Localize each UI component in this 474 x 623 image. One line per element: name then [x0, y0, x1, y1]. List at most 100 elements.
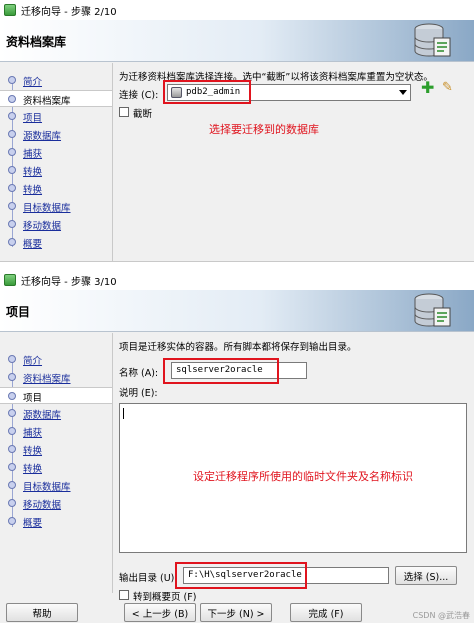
nav-label: 目标数据库 — [23, 482, 71, 493]
nav-step-icon — [8, 517, 16, 525]
nav-label: 转换 — [23, 167, 43, 178]
help-button[interactable]: 帮助 — [6, 603, 78, 622]
nav-item-intro[interactable]: 简介 — [0, 72, 112, 89]
chevron-down-icon — [399, 90, 407, 95]
annotation-text: 选择要迁移到的数据库 — [209, 123, 319, 136]
nav-step-icon — [8, 148, 16, 156]
add-connection-icon[interactable]: ✚ — [421, 78, 434, 97]
step-content: 项目是迁移实体的容器。所有脚本都将保存到输出目录。 名称 (A): sqlser… — [112, 333, 474, 603]
edit-connection-icon[interactable]: ✎ — [442, 80, 453, 95]
watermark: CSDN @武浩春 — [412, 611, 470, 620]
nav-label: 概要 — [23, 239, 43, 250]
browse-button[interactable]: 选择 (S)... — [395, 566, 457, 585]
truncate-label: 截断 — [133, 109, 153, 120]
nav-step-icon — [8, 373, 16, 381]
database-stack-icon — [414, 23, 451, 57]
nav-item-move-data[interactable]: 移动数据 — [0, 495, 112, 512]
back-button[interactable]: < 上一步 (B) — [124, 603, 196, 622]
nav-label: 目标数据库 — [23, 203, 71, 214]
nav-item-translate[interactable]: 转换 — [0, 459, 112, 476]
wizard-window-step-3: 迁移向导 - 步骤 3/10 项目 简介 资料档案库 项目 源数据库 捕获 转换… — [0, 270, 474, 623]
nav-item-intro[interactable]: 简介 — [0, 351, 112, 368]
annotation-text: 设定迁移程序所使用的临时文件夹及名称标识 — [193, 470, 413, 483]
description-label: 说明 (E): — [119, 388, 158, 399]
highlight-box — [175, 562, 307, 589]
step-title: 项目 — [6, 305, 31, 319]
name-label: 名称 (A): — [119, 368, 159, 379]
step-content: 为迁移资料档案库选择连接。选中“截断”以将该资料档案库重置为空状态。 连接 (C… — [112, 63, 474, 261]
nav-step-icon — [8, 445, 16, 453]
connection-label: 连接 (C): — [119, 90, 159, 101]
nav-item-capture[interactable]: 捕获 — [0, 144, 112, 161]
wizard-button-bar: 帮助 < 上一步 (B) 下一步 (N) > 完成 (F) CSDN @武浩春 — [0, 593, 474, 623]
step-title: 资料档案库 — [6, 35, 67, 49]
nav-step-icon — [8, 355, 16, 363]
nav-label: 移动数据 — [23, 221, 62, 232]
step-header: 资料档案库 — [0, 20, 474, 62]
nav-step-icon — [8, 166, 16, 174]
nav-item-target-db[interactable]: 目标数据库 — [0, 198, 112, 215]
nav-step-icon — [8, 409, 16, 417]
wizard-app-icon — [4, 4, 16, 16]
nav-item-project[interactable]: 项目 — [0, 108, 112, 125]
nav-step-icon — [8, 481, 16, 489]
nav-label: 捕获 — [23, 149, 43, 160]
nav-step-icon — [8, 220, 16, 228]
nav-label: 转换 — [23, 464, 43, 475]
nav-label: 源数据库 — [23, 131, 62, 142]
nav-item-convert[interactable]: 转换 — [0, 441, 112, 458]
nav-label: 资料档案库 — [23, 374, 71, 385]
nav-item-target-db[interactable]: 目标数据库 — [0, 477, 112, 494]
step-description: 项目是迁移实体的容器。所有脚本都将保存到输出目录。 — [119, 342, 357, 353]
nav-item-repository[interactable]: 资料档案库 — [0, 90, 112, 107]
nav-step-icon — [8, 184, 16, 192]
nav-label: 简介 — [23, 356, 43, 367]
nav-step-icon — [8, 427, 16, 435]
nav-item-summary[interactable]: 概要 — [0, 234, 112, 251]
nav-label: 简介 — [23, 77, 43, 88]
finish-button[interactable]: 完成 (F) — [290, 603, 362, 622]
step-header: 项目 — [0, 290, 474, 332]
nav-step-icon — [8, 392, 16, 400]
highlight-box — [163, 80, 251, 104]
highlight-box — [163, 358, 279, 384]
wizard-app-icon — [4, 274, 16, 286]
nav-label: 资料档案库 — [23, 96, 71, 107]
nav-label: 捕获 — [23, 428, 43, 439]
nav-item-summary[interactable]: 概要 — [0, 513, 112, 530]
nav-item-convert[interactable]: 转换 — [0, 162, 112, 179]
wizard-nav: 简介 资料档案库 项目 源数据库 捕获 转换 转换 目标数据库 移动数据 概要 — [0, 333, 112, 593]
window-title: 迁移向导 - 步骤 2/10 — [21, 6, 117, 18]
title-bar: 迁移向导 - 步骤 2/10 — [0, 0, 474, 20]
text-caret — [123, 408, 124, 419]
database-stack-icon — [414, 293, 451, 327]
nav-step-icon — [8, 463, 16, 471]
nav-item-source-db[interactable]: 源数据库 — [0, 126, 112, 143]
truncate-checkbox[interactable] — [119, 107, 129, 117]
wizard-window-step-2: 迁移向导 - 步骤 2/10 资料档案库 简介 资料档案库 项目 源数据库 捕获… — [0, 0, 474, 262]
nav-label: 移动数据 — [23, 500, 62, 511]
nav-step-icon — [8, 499, 16, 507]
nav-step-icon — [8, 112, 16, 120]
nav-label: 概要 — [23, 518, 43, 529]
nav-label: 转换 — [23, 446, 43, 457]
nav-item-repository[interactable]: 资料档案库 — [0, 369, 112, 386]
nav-label: 转换 — [23, 185, 43, 196]
nav-step-icon — [8, 76, 16, 84]
nav-item-move-data[interactable]: 移动数据 — [0, 216, 112, 233]
nav-item-capture[interactable]: 捕获 — [0, 423, 112, 440]
next-button[interactable]: 下一步 (N) > — [200, 603, 272, 622]
nav-step-icon — [8, 238, 16, 246]
nav-label: 项目 — [23, 393, 43, 404]
nav-step-icon — [8, 95, 16, 103]
nav-item-translate[interactable]: 转换 — [0, 180, 112, 197]
nav-label: 项目 — [23, 113, 43, 124]
nav-step-icon — [8, 130, 16, 138]
window-title: 迁移向导 - 步骤 3/10 — [21, 276, 117, 288]
wizard-nav: 简介 资料档案库 项目 源数据库 捕获 转换 转换 目标数据库 移动数据 概要 — [0, 63, 112, 261]
nav-item-source-db[interactable]: 源数据库 — [0, 405, 112, 422]
nav-item-project[interactable]: 项目 — [0, 387, 112, 404]
nav-label: 源数据库 — [23, 410, 62, 421]
nav-step-icon — [8, 202, 16, 210]
output-dir-label: 输出目录 (U): — [119, 573, 178, 584]
